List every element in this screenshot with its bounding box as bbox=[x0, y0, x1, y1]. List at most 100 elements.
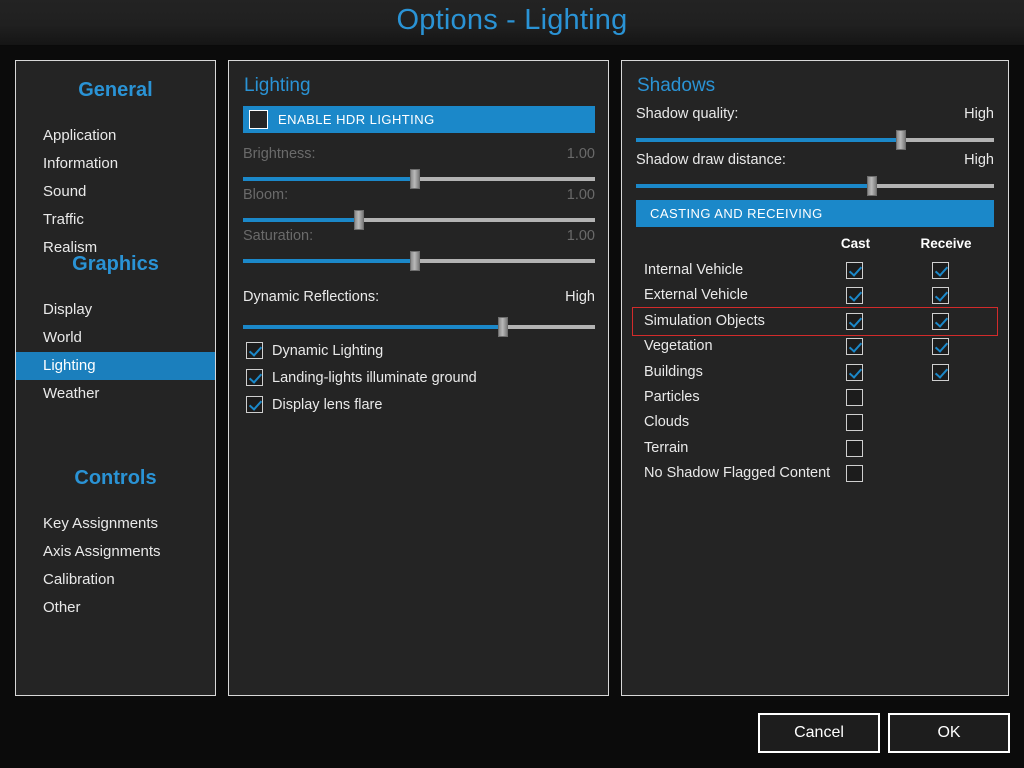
checkbox-row-dynamic-lighting[interactable]: Dynamic Lighting bbox=[246, 342, 383, 359]
slider[interactable] bbox=[243, 210, 595, 230]
checkbox-label: Dynamic Lighting bbox=[272, 342, 384, 359]
slider-fill bbox=[243, 325, 504, 329]
shadow-row-label: External Vehicle bbox=[644, 287, 748, 304]
slider-handle[interactable] bbox=[895, 130, 906, 150]
slider-group-shadow-draw-distance: Shadow draw distance: High bbox=[636, 152, 994, 196]
checkbox-row-display-lens-flare[interactable]: Display lens flare bbox=[246, 396, 382, 413]
slider-value: 1.00 bbox=[566, 228, 595, 244]
sidebar-item-lighting[interactable]: Lighting bbox=[16, 352, 215, 380]
column-header-receive: Receive bbox=[920, 236, 972, 251]
table-row: Particles bbox=[622, 386, 1008, 411]
dynamic-reflections-label: Dynamic Reflections: bbox=[243, 289, 380, 305]
table-row: Clouds bbox=[622, 411, 1008, 436]
options-dialog: Options - Lighting General Application Inf… bbox=[0, 0, 1024, 768]
slider-handle[interactable] bbox=[410, 169, 421, 189]
checkbox[interactable] bbox=[246, 369, 263, 386]
slider-group-saturation: Saturation: 1.00 bbox=[243, 228, 595, 271]
slider-handle[interactable] bbox=[354, 210, 365, 230]
slider[interactable] bbox=[243, 251, 595, 271]
receive-checkbox[interactable] bbox=[932, 338, 949, 356]
shadow-row-label: Simulation Objects bbox=[644, 312, 765, 329]
sidebar-group-title-controls: Controls bbox=[74, 467, 157, 489]
sidebar: General Application Information Sound Traffi… bbox=[15, 60, 216, 696]
slider-handle[interactable] bbox=[867, 176, 878, 196]
cast-checkbox[interactable] bbox=[846, 363, 863, 381]
slider-handle[interactable] bbox=[410, 251, 421, 271]
title-bar: Options - Lighting bbox=[0, 0, 1024, 46]
cast-checkbox[interactable] bbox=[846, 439, 863, 457]
slider-label: Brightness: bbox=[243, 146, 316, 162]
cast-checkbox[interactable] bbox=[846, 338, 863, 356]
checkbox-label: Landing-lights illuminate ground bbox=[272, 369, 477, 386]
sidebar-item-sound[interactable]: Sound bbox=[16, 178, 215, 206]
slider-fill bbox=[243, 259, 416, 263]
dynamic-reflections-group: Dynamic Reflections: High bbox=[243, 289, 595, 337]
receive-checkbox[interactable] bbox=[932, 262, 949, 279]
casting-and-receiving-banner: CASTING AND RECEIVING bbox=[636, 200, 994, 227]
receive-checkbox[interactable] bbox=[932, 363, 949, 381]
receive-checkbox[interactable] bbox=[932, 312, 949, 330]
lighting-heading: Lighting bbox=[244, 75, 311, 96]
checkbox[interactable] bbox=[246, 396, 263, 413]
slider-group-brightness: Brightness: 1.00 bbox=[243, 146, 595, 189]
sidebar-item-weather[interactable]: Weather bbox=[16, 380, 215, 408]
checkbox-row-landing-lights-illuminate-ground[interactable]: Landing-lights illuminate ground bbox=[246, 369, 477, 386]
slider-label: Shadow draw distance: bbox=[636, 152, 786, 168]
sidebar-item-world[interactable]: World bbox=[16, 324, 215, 352]
shadow-row-label: Particles bbox=[644, 389, 700, 405]
sidebar-item-calibration[interactable]: Calibration bbox=[16, 566, 215, 594]
sidebar-item-traffic[interactable]: Traffic bbox=[16, 206, 215, 234]
cast-checkbox[interactable] bbox=[846, 465, 863, 483]
cast-checkbox[interactable] bbox=[846, 262, 863, 279]
cast-checkbox[interactable] bbox=[846, 287, 863, 305]
table-row: Terrain bbox=[622, 437, 1008, 462]
casting-and-receiving-label: CASTING AND RECEIVING bbox=[650, 206, 823, 221]
slider[interactable] bbox=[636, 130, 994, 150]
sidebar-item-other[interactable]: Other bbox=[16, 594, 215, 622]
slider-group-bloom: Bloom: 1.00 bbox=[243, 187, 595, 230]
column-header-cast: Cast bbox=[840, 236, 871, 251]
sidebar-group-title-general: General bbox=[78, 79, 153, 101]
slider[interactable] bbox=[636, 176, 994, 196]
slider[interactable] bbox=[243, 169, 595, 189]
slider-handle[interactable] bbox=[498, 317, 509, 337]
table-row: No Shadow Flagged Content bbox=[622, 462, 1008, 487]
slider-group-shadow-quality: Shadow quality: High bbox=[636, 106, 994, 150]
slider-label: Saturation: bbox=[243, 228, 314, 244]
cast-checkbox[interactable] bbox=[846, 312, 863, 330]
slider-fill bbox=[636, 138, 901, 142]
slider-value: High bbox=[964, 106, 994, 122]
checkbox[interactable] bbox=[246, 342, 263, 359]
slider-label: Bloom: bbox=[243, 187, 289, 203]
table-row: Internal Vehicle bbox=[622, 259, 1008, 284]
sidebar-item-axis-assignments[interactable]: Axis Assignments bbox=[16, 538, 215, 566]
table-row: Buildings bbox=[622, 361, 1008, 386]
slider-fill bbox=[243, 177, 416, 181]
shadow-row-label: Internal Vehicle bbox=[644, 262, 744, 278]
enable-hdr-lighting-label: ENABLE HDR LIGHTING bbox=[278, 112, 435, 127]
lighting-panel: Lighting ENABLE HDR LIGHTING Brightness:… bbox=[228, 60, 609, 696]
shadow-row-label: No Shadow Flagged Content bbox=[644, 465, 831, 482]
cast-checkbox[interactable] bbox=[846, 389, 863, 406]
slider-value: High bbox=[964, 152, 994, 168]
dynamic-reflections-slider[interactable] bbox=[243, 317, 595, 337]
shadow-row-label: Vegetation bbox=[644, 338, 713, 355]
sidebar-item-information[interactable]: Information bbox=[16, 150, 215, 178]
slider-value: 1.00 bbox=[566, 187, 595, 203]
cast-checkbox[interactable] bbox=[846, 414, 863, 432]
checkbox-label: Display lens flare bbox=[272, 396, 383, 413]
sidebar-item-display[interactable]: Display bbox=[16, 296, 215, 324]
enable-hdr-lighting-banner[interactable]: ENABLE HDR LIGHTING bbox=[243, 106, 595, 133]
shadows-heading: Shadows bbox=[637, 75, 716, 96]
table-row: External Vehicle bbox=[622, 284, 1008, 309]
sidebar-item-application[interactable]: Application bbox=[16, 122, 215, 150]
ok-button[interactable]: OK bbox=[888, 713, 1010, 753]
sidebar-group-title-graphics: Graphics bbox=[72, 253, 159, 275]
dynamic-reflections-value: High bbox=[565, 289, 595, 305]
enable-hdr-lighting-checkbox[interactable] bbox=[249, 110, 268, 129]
table-row: Simulation Objects bbox=[622, 310, 1008, 335]
receive-checkbox[interactable] bbox=[932, 287, 949, 305]
shadows-panel: Shadows Shadow quality: High Shadow draw d… bbox=[621, 60, 1009, 696]
sidebar-item-key-assignments[interactable]: Key Assignments bbox=[16, 510, 215, 538]
cancel-button[interactable]: Cancel bbox=[758, 713, 880, 753]
